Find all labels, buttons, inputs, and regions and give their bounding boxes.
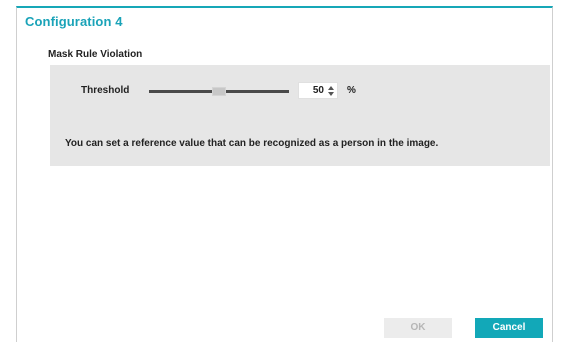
slider-thumb[interactable]: [212, 87, 226, 96]
chevron-up-icon[interactable]: [328, 86, 334, 90]
threshold-value[interactable]: 50: [313, 85, 324, 96]
help-text: You can set a reference value that can b…: [65, 138, 439, 149]
unit-label: %: [347, 85, 356, 96]
chevron-down-icon[interactable]: [328, 92, 334, 96]
ok-button[interactable]: OK: [384, 318, 452, 338]
spin-arrows[interactable]: [327, 85, 335, 97]
cancel-button[interactable]: Cancel: [475, 318, 543, 338]
threshold-slider[interactable]: [149, 87, 289, 97]
dialog-title: Configuration 4: [25, 14, 123, 29]
configuration-dialog: Configuration 4 Mask Rule Violation Thre…: [16, 6, 553, 342]
threshold-panel: Threshold 50 % You can set a reference v…: [50, 65, 550, 166]
threshold-spinner[interactable]: 50: [298, 82, 338, 99]
section-title: Mask Rule Violation: [48, 49, 143, 60]
threshold-label: Threshold: [81, 85, 130, 96]
